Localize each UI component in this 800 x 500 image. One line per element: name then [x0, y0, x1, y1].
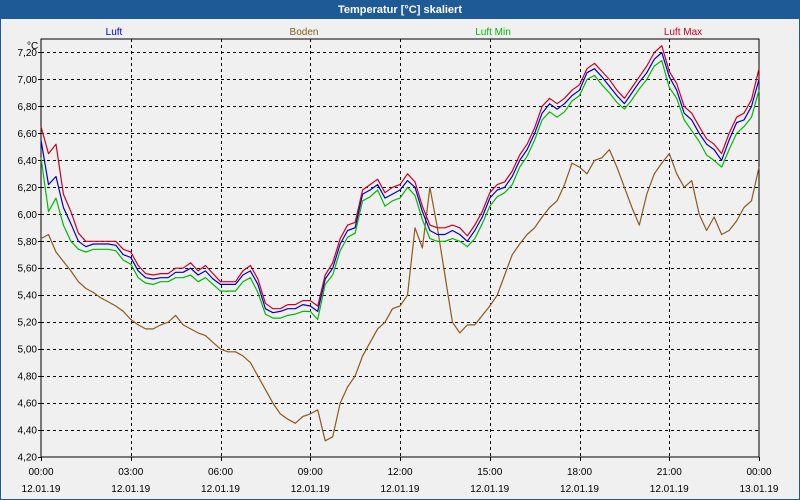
- x-tick-date: 12.01.19: [381, 484, 420, 495]
- legend-entry: Boden: [290, 27, 319, 38]
- y-tick-label: 7,20: [18, 48, 38, 59]
- chart-title: Temperatur [°C] skaliert: [1, 1, 799, 19]
- x-axis: 00:00 12.01.19 03:00 12.01.19 06:00 12.01.19 0…: [22, 457, 779, 495]
- y-tick-label: 4,80: [18, 372, 38, 383]
- y-tick-label: 6,60: [18, 129, 38, 140]
- y-tick-label: 5,40: [18, 291, 38, 302]
- y-tick-label: 6,40: [18, 156, 38, 167]
- x-tick-date: 12.01.19: [560, 484, 599, 495]
- x-tick-date: 12.01.19: [201, 484, 240, 495]
- x-tick-time: 00:00: [746, 467, 771, 478]
- x-tick-date: 12.01.19: [291, 484, 330, 495]
- grid: [41, 39, 759, 457]
- y-tick-label: 6,00: [18, 210, 38, 221]
- x-tick-time: 21:00: [657, 467, 682, 478]
- y-tick-label: 5,20: [18, 318, 38, 329]
- x-tick-date: 12.01.19: [470, 484, 509, 495]
- x-tick-time: 09:00: [298, 467, 323, 478]
- y-tick-label: 7,00: [18, 75, 38, 86]
- y-tick-label: 4,40: [18, 426, 38, 437]
- x-tick-time: 18:00: [567, 467, 592, 478]
- x-tick-date: 12.01.19: [111, 484, 150, 495]
- chart-plot: Luft Boden Luft Min Luft Max °C 4,204,404,6…: [18, 27, 779, 495]
- x-tick-time: 00:00: [28, 467, 53, 478]
- legend: Luft Boden Luft Min Luft Max: [106, 27, 703, 38]
- y-tick-label: 4,20: [18, 453, 38, 464]
- y-tick-label: 5,00: [18, 345, 38, 356]
- x-tick-time: 06:00: [208, 467, 233, 478]
- legend-entry: Luft Min: [475, 27, 511, 38]
- x-tick-date: 12.01.19: [650, 484, 689, 495]
- y-tick-label: 4,60: [18, 399, 38, 410]
- chart-window: Temperatur [°C] skaliert Luft Boden Luft M…: [0, 0, 800, 500]
- x-tick-time: 12:00: [387, 467, 412, 478]
- y-tick-label: 5,80: [18, 237, 38, 248]
- x-tick-time: 03:00: [118, 467, 143, 478]
- x-tick-date: 13.01.19: [740, 484, 779, 495]
- series-line-boden: [40, 149, 760, 442]
- x-tick-date: 12.01.19: [22, 484, 61, 495]
- y-tick-label: 5,60: [18, 264, 38, 275]
- y-axis: 4,20 4,40 4,60 4,80 5,00 5,20 5,40 5,60 5,80 6,00…: [18, 48, 41, 464]
- x-tick-time: 15:00: [477, 467, 502, 478]
- legend-entry: Luft Max: [664, 27, 702, 38]
- y-tick-label: 6,20: [18, 183, 38, 194]
- legend-entry: Luft: [106, 27, 123, 38]
- y-tick-label: 6,80: [18, 102, 38, 113]
